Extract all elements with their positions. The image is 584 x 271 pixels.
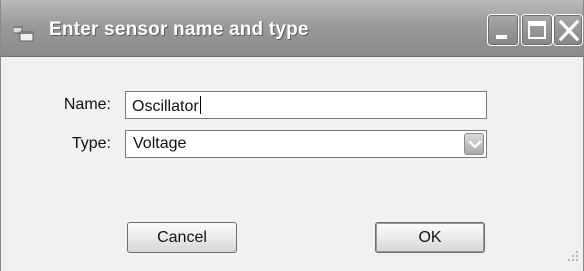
type-dropdown-value: Voltage	[133, 135, 187, 152]
chevron-down-icon	[468, 140, 482, 149]
text-caret	[199, 96, 201, 114]
window-title: Enter sensor name and type	[49, 19, 309, 40]
minimize-icon	[496, 35, 507, 39]
dropdown-toggle-button[interactable]	[464, 133, 484, 155]
cancel-button[interactable]: Cancel	[127, 222, 237, 253]
name-field-value: Oscillator	[132, 98, 199, 115]
type-label: Type:	[71, 135, 111, 152]
close-button[interactable]	[553, 14, 583, 46]
resize-grip-icon[interactable]	[563, 248, 581, 266]
name-label: Name:	[63, 96, 111, 113]
maximize-icon	[528, 21, 546, 39]
name-field[interactable]: Oscillator	[125, 91, 487, 119]
app-window-icon[interactable]	[12, 25, 35, 42]
type-dropdown[interactable]: Voltage	[125, 130, 487, 158]
close-icon	[558, 19, 580, 42]
title-bar[interactable]: Enter sensor name and type	[1, 0, 583, 57]
ok-button[interactable]: OK	[375, 222, 485, 253]
dialog-window: Enter sensor name and type Name: Oscilla…	[0, 0, 584, 271]
minimize-button[interactable]	[487, 14, 519, 46]
maximize-button[interactable]	[521, 14, 553, 46]
